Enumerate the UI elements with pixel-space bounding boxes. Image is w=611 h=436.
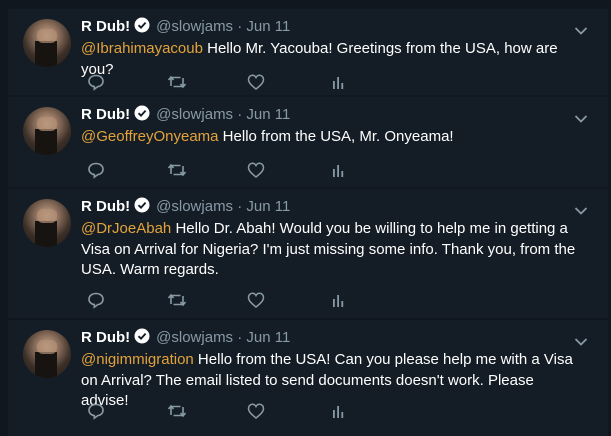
analytics-icon[interactable]: [328, 401, 348, 421]
verified-badge-icon: [134, 328, 150, 350]
like-icon[interactable]: [246, 290, 266, 310]
reply-icon[interactable]: [86, 160, 106, 180]
reply-icon[interactable]: [86, 72, 106, 92]
separator-dot: ·: [237, 18, 243, 35]
tweet[interactable]: R Dub! @slowjams · Jun 11 @DrJoeAbah Hell…: [8, 188, 608, 318]
user-name[interactable]: R Dub!: [81, 18, 130, 35]
user-name[interactable]: R Dub!: [81, 329, 130, 346]
tweet-date[interactable]: Jun 11: [246, 329, 290, 346]
tweet-text: @DrJoeAbah Hello Dr. Abah! Would you be …: [81, 219, 578, 281]
avatar[interactable]: [23, 330, 71, 378]
user-name[interactable]: R Dub!: [81, 198, 130, 215]
like-icon[interactable]: [246, 72, 266, 92]
separator-dot: ·: [237, 198, 243, 215]
analytics-icon[interactable]: [328, 290, 348, 310]
user-handle[interactable]: @slowjams: [156, 198, 233, 215]
tweet-header: R Dub! @slowjams · Jun 11: [81, 328, 290, 350]
reply-icon[interactable]: [86, 290, 106, 310]
mention-link[interactable]: @GeoffreyOnyeama: [81, 128, 219, 145]
tweet-header: R Dub! @slowjams · Jun 11: [81, 105, 290, 127]
tweet-actions: [86, 160, 346, 180]
tweet-actions: [86, 290, 346, 310]
tweet[interactable]: R Dub! @slowjams · Jun 11 @GeoffreyOnyeam…: [8, 96, 608, 187]
user-handle[interactable]: @slowjams: [156, 329, 233, 346]
user-handle[interactable]: @slowjams: [156, 18, 233, 35]
like-icon[interactable]: [246, 160, 266, 180]
analytics-icon[interactable]: [328, 160, 348, 180]
tweet-actions: [86, 72, 346, 92]
mention-link[interactable]: @Ibrahimayacoub: [81, 40, 203, 57]
reply-icon[interactable]: [86, 401, 106, 421]
tweet-header: R Dub! @slowjams · Jun 11: [81, 197, 290, 219]
tweet[interactable]: R Dub! @slowjams · Jun 11 @nigimmigration…: [8, 319, 608, 436]
tweet-date[interactable]: Jun 11: [246, 106, 290, 123]
mention-link[interactable]: @DrJoeAbah: [81, 220, 171, 237]
tweet-date[interactable]: Jun 11: [246, 18, 290, 35]
separator-dot: ·: [237, 106, 243, 123]
mention-link[interactable]: @nigimmigration: [81, 351, 194, 368]
tweet-text: @GeoffreyOnyeama Hello from the USA, Mr.…: [81, 127, 578, 148]
avatar[interactable]: [23, 107, 71, 155]
tweet-header: R Dub! @slowjams · Jun 11: [81, 17, 290, 39]
user-handle[interactable]: @slowjams: [156, 106, 233, 123]
avatar[interactable]: [23, 19, 71, 67]
user-name[interactable]: R Dub!: [81, 106, 130, 123]
tweet-actions: [86, 401, 346, 421]
verified-badge-icon: [134, 197, 150, 219]
verified-badge-icon: [134, 17, 150, 39]
analytics-icon[interactable]: [328, 72, 348, 92]
separator-dot: ·: [237, 329, 243, 346]
tweet[interactable]: R Dub! @slowjams · Jun 11 @Ibrahimayacoub…: [8, 8, 608, 95]
avatar[interactable]: [23, 199, 71, 247]
retweet-icon[interactable]: [166, 72, 187, 92]
retweet-icon[interactable]: [166, 290, 187, 310]
like-icon[interactable]: [246, 401, 266, 421]
tweet-date[interactable]: Jun 11: [246, 198, 290, 215]
verified-badge-icon: [134, 105, 150, 127]
tweet-timeline: R Dub! @slowjams · Jun 11 @Ibrahimayacoub…: [0, 0, 611, 436]
tweet-body: Hello from the USA, Mr. Onyeama!: [218, 128, 454, 145]
retweet-icon[interactable]: [166, 401, 187, 421]
retweet-icon[interactable]: [166, 160, 187, 180]
